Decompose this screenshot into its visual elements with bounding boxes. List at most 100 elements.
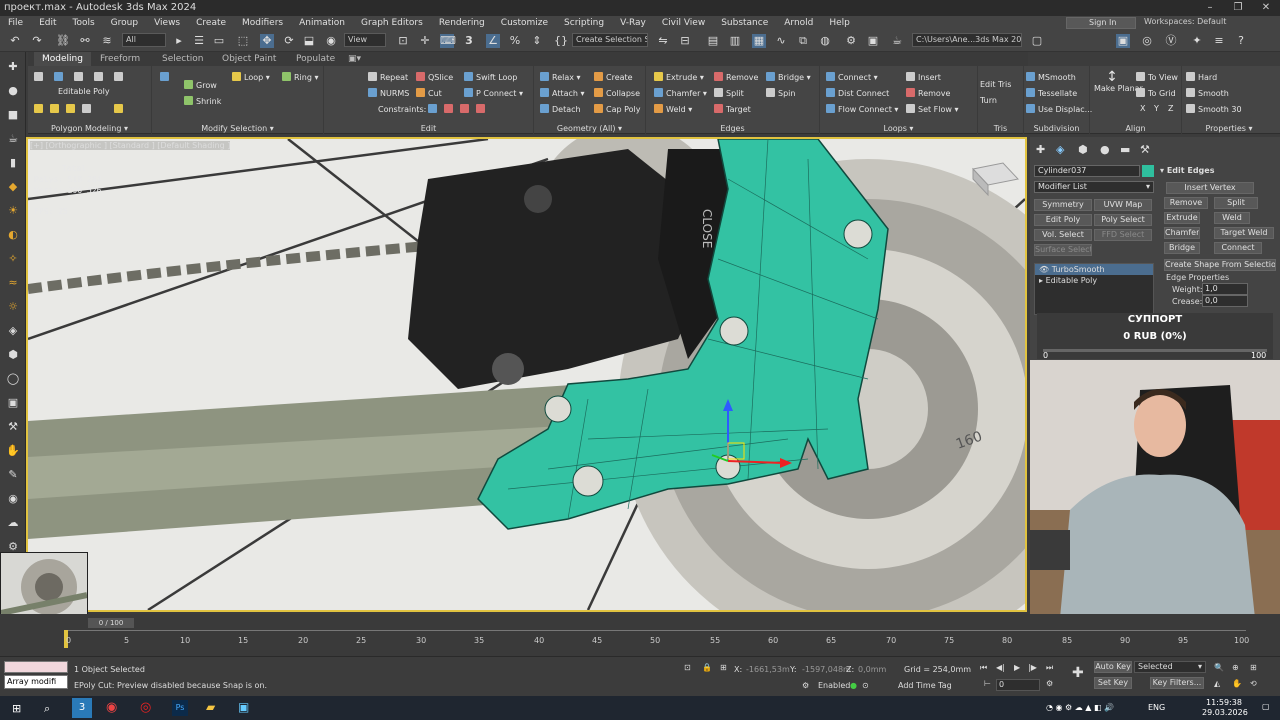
maxscript-mini-listener[interactable]: Array modifi (4, 675, 68, 689)
menu-tools[interactable]: Tools (65, 18, 103, 28)
search-icon[interactable]: ⌕ (44, 702, 50, 716)
cube-icon[interactable]: ■ (6, 108, 20, 122)
pan-icon[interactable]: ✋ (1232, 679, 1242, 688)
select-by-vertex-icon[interactable] (160, 72, 172, 83)
unlink-icon[interactable]: ⚯ (78, 34, 92, 48)
extrude-edges-button[interactable]: Extrude (1164, 212, 1200, 224)
layer-explorer-icon[interactable]: ▥ (728, 34, 742, 48)
cut-button[interactable]: Cut (416, 88, 442, 99)
menu-modifiers[interactable]: Modifiers (234, 18, 291, 28)
zoom-extents-icon[interactable]: ⊞ (1250, 663, 1257, 672)
modify-icon[interactable]: ◈ (6, 324, 20, 338)
create-tab-icon[interactable]: ✚ (1036, 143, 1045, 156)
spinner-snap-icon[interactable]: ⇕ (530, 34, 544, 48)
rendered-frame-window-icon[interactable]: ▣ (866, 34, 880, 48)
qslice-button[interactable]: QSlice (416, 72, 453, 83)
light-icon[interactable]: ☀ (6, 204, 20, 218)
shape-icon[interactable]: ◆ (6, 180, 20, 194)
create-shape-button[interactable]: Create Shape From Selection (1164, 259, 1276, 271)
isolate-icon[interactable]: ⊡ (684, 663, 691, 672)
tessellate-button[interactable]: Tessellate (1026, 88, 1077, 99)
rotate-icon[interactable]: ⟳ (282, 34, 296, 48)
align-x-button[interactable]: X (1140, 104, 1145, 114)
play-icon[interactable]: ▶ (1014, 663, 1020, 672)
minimize-icon[interactable]: – (1196, 0, 1224, 16)
edit-poly-button[interactable]: Edit Poly (1034, 214, 1092, 226)
menu-file[interactable]: File (0, 18, 31, 28)
next-frame-icon[interactable]: |▶ (1028, 663, 1037, 672)
element-mode-icon[interactable] (114, 72, 126, 83)
constraint-face-icon[interactable] (460, 104, 472, 115)
hand-icon[interactable]: ✋ (6, 444, 20, 458)
msmooth-button[interactable]: MSmooth (1026, 72, 1076, 83)
constraint-none-icon[interactable] (428, 104, 440, 115)
insert-vertex-button[interactable]: Insert Vertex (1166, 182, 1254, 194)
connect-button[interactable]: Connect ▾ (826, 72, 878, 83)
select-manipulate-icon[interactable]: ✛ (418, 34, 432, 48)
modify-selection-label[interactable]: Modify Selection ▾ (152, 124, 323, 133)
menu-scripting[interactable]: Scripting (556, 18, 612, 28)
set-flow-button[interactable]: Set Flow ▾ (906, 104, 959, 115)
tray-icons[interactable]: ◔ ◉ ⚙ ☁ ▲ ◧ 🔊 (1046, 703, 1114, 712)
utilities-tab-icon[interactable]: ⚒ (1140, 143, 1150, 156)
notifications-icon[interactable]: ▢ (1262, 702, 1270, 711)
angle-snap-icon[interactable]: ∠ (486, 34, 500, 48)
tab-populate[interactable]: Populate (296, 54, 335, 64)
scale-icon[interactable]: ⬓ (302, 34, 316, 48)
menu-edit[interactable]: Edit (31, 18, 64, 28)
detach-button[interactable]: Detach (540, 104, 581, 115)
options-icon[interactable]: ≡ (1212, 34, 1226, 48)
use-displacement-button[interactable]: Use Displac... (1026, 104, 1092, 115)
rectangular-selection-icon[interactable]: ▭ (212, 34, 226, 48)
remove-edge-button[interactable]: Remove (714, 72, 758, 83)
3dsmax-task-icon[interactable]: 3 (72, 698, 92, 718)
tab-freeform[interactable]: Freeform (100, 54, 140, 64)
sign-in-button[interactable]: Sign In (1066, 17, 1136, 29)
collapse-stack-icon[interactable] (66, 104, 78, 115)
time-tag-icon[interactable]: ⊙ (862, 681, 869, 690)
current-frame-field[interactable]: 0 (996, 679, 1040, 691)
move-icon[interactable]: ✥ (260, 34, 274, 48)
hard-button[interactable]: Hard (1186, 72, 1217, 83)
enabled-toggle-icon[interactable]: ● (850, 681, 857, 690)
menu-civil-view[interactable]: Civil View (654, 18, 713, 28)
motion-tab-icon[interactable]: ● (1100, 143, 1110, 156)
nurms-button[interactable]: NURMS (368, 88, 409, 99)
menu-views[interactable]: Views (146, 18, 188, 28)
sphere-icon[interactable]: ● (6, 84, 20, 98)
camera-icon[interactable]: ◐ (6, 228, 20, 242)
align-y-button[interactable]: Y (1154, 104, 1159, 114)
preserve-uvs-icon[interactable] (82, 104, 94, 115)
cloud-icon[interactable]: ☁ (6, 516, 20, 530)
make-planar-button[interactable]: ↕ Make Planar (1094, 70, 1143, 94)
collapse-button[interactable]: Collapse (594, 88, 640, 99)
workspace-toggle-icon[interactable]: ▣ (1116, 34, 1130, 48)
menu-animation[interactable]: Animation (291, 18, 353, 28)
select-by-name-icon[interactable]: ☰ (192, 34, 206, 48)
vray-icon[interactable]: Ⓥ (1164, 34, 1178, 48)
timeline-track[interactable] (66, 630, 1246, 631)
arnold-render-icon[interactable]: ◎ (1140, 34, 1154, 48)
edit-edges-rollout-title[interactable]: ▾ Edit Edges (1160, 166, 1214, 175)
percent-snap-icon[interactable]: % (508, 34, 522, 48)
split-edges-button[interactable]: Split (1214, 197, 1258, 209)
hierarchy-tab-icon[interactable]: ⬢ (1078, 143, 1088, 156)
clock-time[interactable]: 11:59:38 (1206, 698, 1242, 707)
schematic-view-icon[interactable]: ⧉ (796, 34, 810, 48)
place-icon[interactable]: ◉ (324, 34, 338, 48)
remove-loop-button[interactable]: Remove (906, 88, 950, 99)
tab-selection[interactable]: Selection (162, 54, 203, 64)
ribbon-options-icon[interactable]: ▣▾ (348, 54, 361, 64)
display-icon[interactable]: ▣ (6, 396, 20, 410)
geometry-label[interactable]: Geometry (All) ▾ (534, 124, 645, 133)
stack-item-editable-poly[interactable]: ▸ Editable Poly (1035, 275, 1153, 286)
constraint-normal-icon[interactable] (476, 104, 488, 115)
menu-graph-editors[interactable]: Graph Editors (353, 18, 431, 28)
maximize-icon[interactable]: ❐ (1224, 0, 1252, 16)
menu-arnold[interactable]: Arnold (776, 18, 821, 28)
menu-customize[interactable]: Customize (493, 18, 556, 28)
show-end-result-icon[interactable] (34, 104, 46, 115)
project-icon[interactable]: ▢ (1030, 34, 1044, 48)
x-coordinate-field[interactable]: -1661,53m (746, 665, 790, 674)
zoom-icon[interactable]: 🔍 (1214, 663, 1224, 672)
